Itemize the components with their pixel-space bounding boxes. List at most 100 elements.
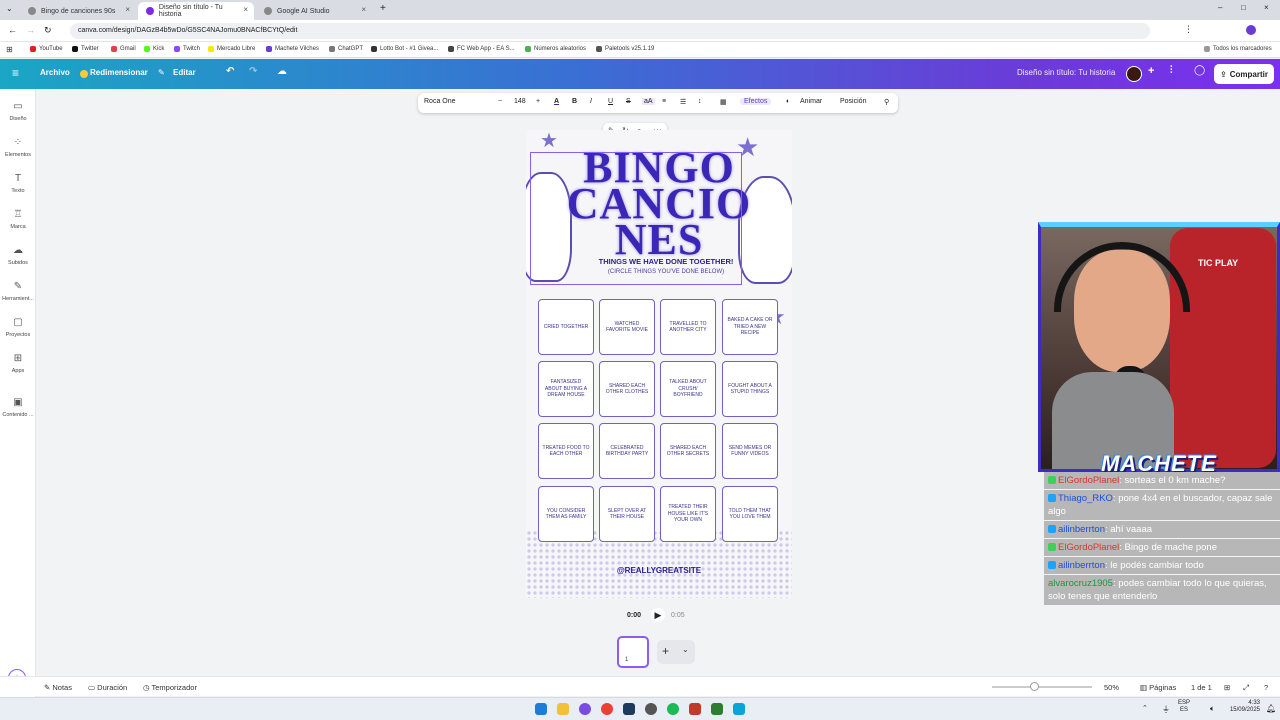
website-handle[interactable]: @REALLYGREATSITE xyxy=(526,566,792,575)
window-close-icon[interactable]: × xyxy=(1264,3,1269,12)
animate-icon[interactable]: ◐ xyxy=(786,98,790,105)
sidebar-item-elementos[interactable]: ⁘ Elementos xyxy=(0,137,36,158)
sidebar-item-apps[interactable]: ⊞ Apps xyxy=(0,353,36,374)
strikethrough-icon[interactable]: S xyxy=(626,98,631,105)
zoom-slider-knob[interactable] xyxy=(1030,682,1039,691)
chrome-icon[interactable] xyxy=(601,703,613,715)
bingo-cell[interactable]: TOLD THEM THAT YOU LOVE THEM xyxy=(722,486,778,542)
bingo-cell[interactable]: CRIED TOGETHER xyxy=(538,299,594,355)
new-tab-icon[interactable]: + xyxy=(380,3,386,14)
tab-canva[interactable]: Diseño sin título - Tu historia × xyxy=(138,2,254,20)
zoom-slider[interactable] xyxy=(992,682,1092,691)
spacing-icon[interactable]: ↕ xyxy=(698,98,702,105)
app-icon[interactable] xyxy=(689,703,701,715)
notification-icon[interactable]: 🔔︎ xyxy=(1266,704,1276,713)
bingo-cell[interactable]: CELEBRATED BIRTHDAY PARTY xyxy=(599,423,655,479)
notes-button[interactable]: ✎ Notas xyxy=(44,683,72,692)
edit-menu[interactable]: Editar xyxy=(173,68,196,77)
sidebar-item-proyectos[interactable]: ▢ Proyectos xyxy=(0,317,36,338)
play-icon[interactable]: ▶ xyxy=(651,608,665,622)
bookmark-mercadolibre[interactable]: Mercado Libre xyxy=(208,46,255,52)
bookmark-fcwebapp[interactable]: FC Web App - EA S... xyxy=(448,46,515,52)
minimize-icon[interactable]: – xyxy=(1218,3,1222,12)
bookmark-paletools[interactable]: Paletools v25.1.19 xyxy=(596,46,654,52)
bingo-cell[interactable]: SHARED EACH OTHER SECRETS xyxy=(660,423,716,479)
page-thumbnail[interactable]: 1 xyxy=(617,636,649,668)
sidebar-item-diseno[interactable]: ▭ Diseño xyxy=(0,101,36,122)
pages-button[interactable]: ▥ Páginas xyxy=(1140,683,1176,692)
zoom-level[interactable]: 50% xyxy=(1104,683,1119,692)
tab-ai-studio[interactable]: Google AI Studio × xyxy=(256,2,372,20)
app-icon[interactable] xyxy=(733,703,745,715)
resize-button[interactable]: Redimensionar xyxy=(90,68,148,77)
language-indicator[interactable]: ESP ES xyxy=(1178,700,1190,714)
bookmark-chatgpt[interactable]: ChatGPT xyxy=(329,46,363,52)
user-avatar[interactable] xyxy=(1126,66,1142,82)
file-menu[interactable]: Archivo xyxy=(40,68,70,77)
sidebar-item-marca[interactable]: ♖ Marca xyxy=(0,209,36,230)
sidebar-item-subidos[interactable]: ☁ Subidos xyxy=(0,245,36,266)
network-icon[interactable]: ⏚ xyxy=(1162,704,1170,715)
bookmark-twitch[interactable]: Twitch xyxy=(174,46,200,52)
font-size-increase[interactable]: + xyxy=(536,98,540,105)
close-icon[interactable]: × xyxy=(243,5,248,14)
windows-start-icon[interactable] xyxy=(535,703,547,715)
clock[interactable]: 4:33 15/09/2025 xyxy=(1226,700,1260,714)
bookmark-gmail[interactable]: Gmail xyxy=(111,46,136,52)
bingo-cell[interactable]: SHARED EACH OTHER CLOTHES xyxy=(599,361,655,417)
apps-grid-icon[interactable]: ⊞ xyxy=(6,45,13,54)
file-explorer-icon[interactable] xyxy=(557,703,569,715)
menu-icon[interactable]: ≡ xyxy=(12,66,19,80)
share-button[interactable]: ⇪ Compartir xyxy=(1214,64,1274,84)
analytics-icon[interactable]: ⫶ xyxy=(1170,65,1173,76)
bingo-cell[interactable]: TREATED THEIR HOUSE LIKE IT'S YOUR OWN xyxy=(660,486,716,542)
font-size-decrease[interactable]: − xyxy=(498,98,502,105)
effects-button[interactable]: Efectos xyxy=(740,98,772,105)
bingo-cell[interactable]: SLEPT OVER AT THEIR HOUSE xyxy=(599,486,655,542)
app-icon[interactable] xyxy=(711,703,723,715)
obs-icon[interactable] xyxy=(645,703,657,715)
underline-icon[interactable]: U xyxy=(608,98,613,105)
bold-icon[interactable]: B xyxy=(572,98,577,105)
add-page-button[interactable]: + ⌄ xyxy=(657,640,695,664)
back-icon[interactable]: ← xyxy=(8,25,17,35)
bookmark-numeros[interactable]: Números aleatorios xyxy=(525,46,586,52)
add-collaborator-icon[interactable]: + xyxy=(1148,65,1154,77)
tab-bingo[interactable]: Bingo de canciones 90s × xyxy=(20,2,136,20)
profile-avatar[interactable] xyxy=(1246,25,1256,35)
document-title[interactable]: Diseño sin título: Tu historia xyxy=(1017,68,1115,77)
reload-icon[interactable]: ↻ xyxy=(44,25,52,36)
bingo-cell[interactable]: YOU CONSIDER THEM AS FAMILY xyxy=(538,486,594,542)
fullscreen-icon[interactable]: ⤢ xyxy=(1243,683,1249,693)
bingo-cell[interactable]: SEND MEMES OR FUNNY VIDEOS xyxy=(722,423,778,479)
spotify-icon[interactable] xyxy=(667,703,679,715)
volume-icon[interactable]: 🔈︎ xyxy=(1210,704,1215,714)
text-color-icon[interactable]: A xyxy=(554,98,559,105)
forward-icon[interactable]: → xyxy=(26,25,35,35)
bingo-cell[interactable]: FOUGHT ABOUT A STUPID THINGS xyxy=(722,361,778,417)
duration-button[interactable]: ▭ Duración xyxy=(88,683,127,692)
transparency-icon[interactable]: ▦ xyxy=(720,98,727,106)
bookmark-youtube[interactable]: YouTube xyxy=(30,46,63,52)
paint-format-icon[interactable]: ⚲ xyxy=(884,98,889,106)
timer-button[interactable]: ◷ Temporizador xyxy=(143,683,197,692)
design-canvas[interactable]: ★ ★ ★ BINGOCANCIONES THINGS WE HAVE DONE… xyxy=(526,130,792,598)
font-size-input[interactable]: 148 xyxy=(514,98,526,105)
discord-icon[interactable] xyxy=(579,703,591,715)
undo-icon[interactable]: ↶ xyxy=(226,66,234,77)
help-icon[interactable]: ? xyxy=(1264,683,1268,692)
redo-icon[interactable]: ↷ xyxy=(249,66,257,77)
close-icon[interactable]: × xyxy=(361,5,366,14)
italic-icon[interactable]: I xyxy=(590,98,592,105)
font-select[interactable]: Roca One xyxy=(424,98,456,105)
sidebar-item-contenido[interactable]: ▣ Contenido ... xyxy=(0,397,36,418)
animate-button[interactable]: Animar xyxy=(800,98,822,105)
bookmark-twitter[interactable]: Twitter xyxy=(72,46,99,52)
sidebar-item-texto[interactable]: T Texto xyxy=(0,173,36,194)
bookmark-kick[interactable]: Kick xyxy=(144,46,164,52)
bingo-cell[interactable]: TALKED ABOUT CRUSH/ BOYFRIEND xyxy=(660,361,716,417)
bingo-cell[interactable]: BAKED A CAKE OR TRIED A NEW RECIPE xyxy=(722,299,778,355)
url-input[interactable]: canva.com/design/DAGzB4b5wDo/G5SC4NAJomu… xyxy=(70,23,1150,39)
bingo-cell[interactable]: TREATED FOOD TO EACH OTHER xyxy=(538,423,594,479)
align-icon[interactable]: ≡ xyxy=(662,98,666,105)
